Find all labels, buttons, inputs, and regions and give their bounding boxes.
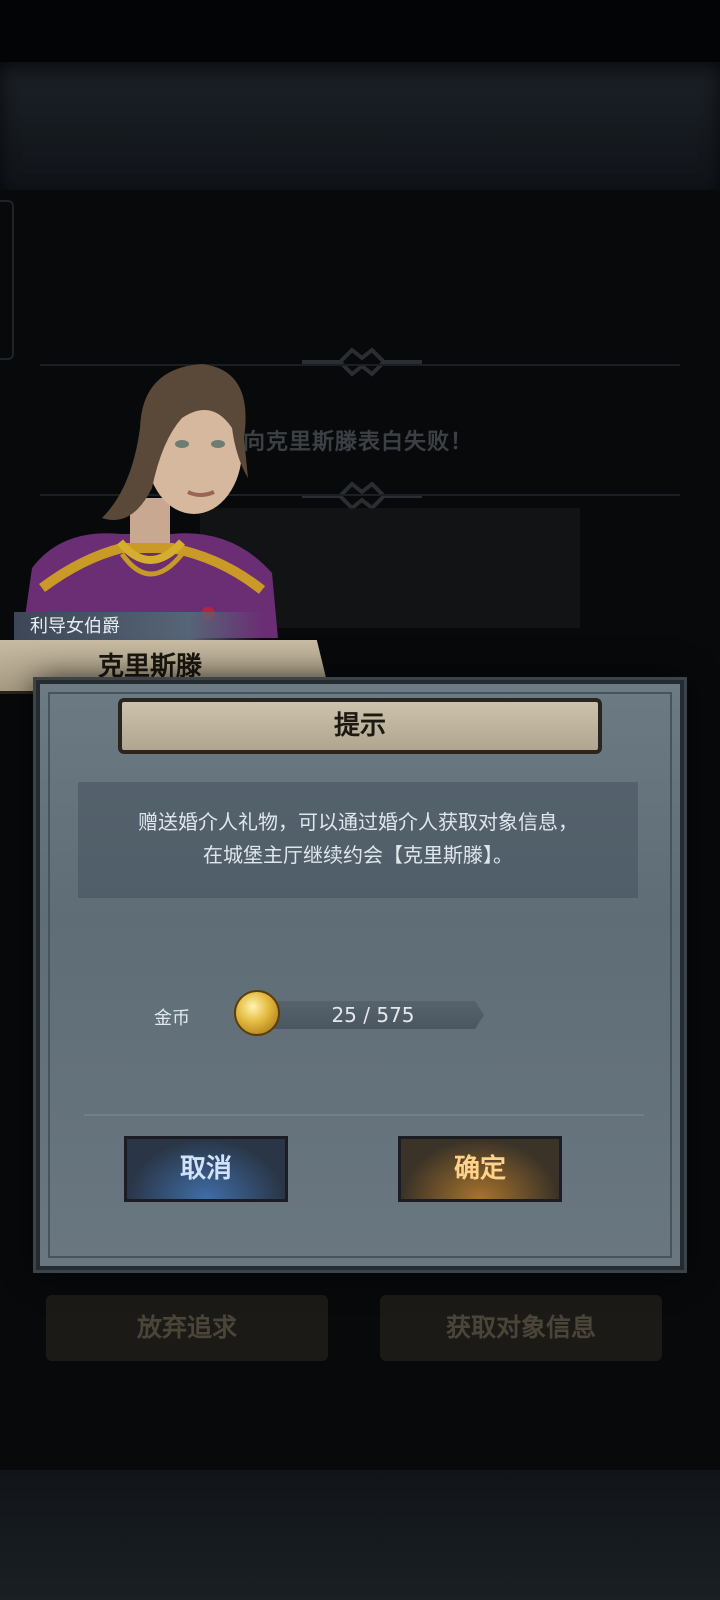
character-title: 利导女伯爵 [14, 612, 264, 642]
edge-tab [0, 200, 14, 360]
currency-amount: 25 / 575 [262, 1001, 484, 1029]
get-info-button: 获取对象信息 [380, 1295, 662, 1361]
message-line-1: 赠送婚介人礼物，可以通过婚介人获取对象信息， [138, 810, 578, 834]
confirm-button[interactable]: 确定 [398, 1136, 562, 1202]
message-line-2: 在城堡主厅继续约会【克里斯滕】。 [203, 843, 513, 867]
footer-band [0, 1470, 720, 1600]
dialog-message: 赠送婚介人礼物，可以通过婚介人获取对象信息， 在城堡主厅继续约会【克里斯滕】。 [78, 782, 638, 898]
currency-label: 金币 [154, 1008, 190, 1029]
dialog-separator [84, 1114, 644, 1116]
cancel-button[interactable]: 取消 [124, 1136, 288, 1202]
give-up-button: 放弃追求 [46, 1295, 328, 1361]
gold-coin-icon [234, 990, 280, 1036]
character-portrait [22, 364, 278, 638]
header-band [0, 62, 720, 190]
dialog-title: 提示 [118, 698, 602, 754]
ornament-top-icon [302, 347, 422, 377]
top-bar [0, 0, 720, 62]
